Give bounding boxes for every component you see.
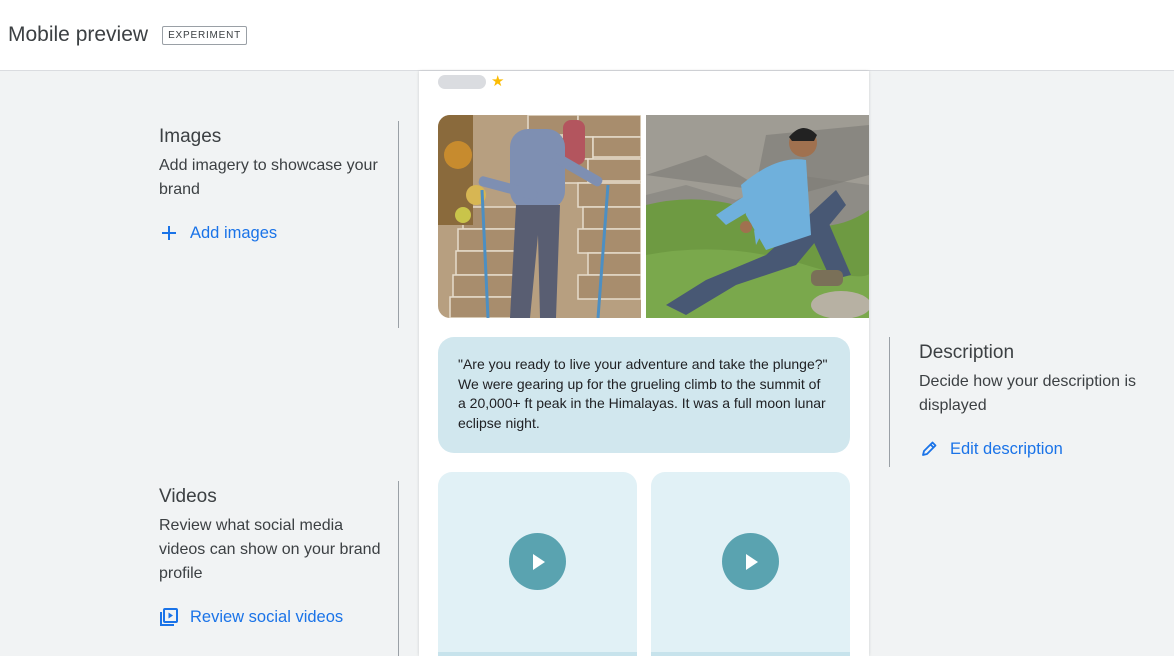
play-button[interactable] [722,533,779,590]
images-section-subtitle: Add imagery to showcase your brand [159,157,378,198]
page-title: Mobile preview [8,23,149,46]
images-section: Images Add imagery to showcase your bran… [159,126,389,243]
rating-row: ★ [438,73,505,90]
review-social-videos-button[interactable]: Review social videos [159,607,389,627]
review-social-videos-label: Review social videos [190,607,344,626]
play-button[interactable] [509,533,566,590]
videos-section-title: Videos [159,486,217,507]
edit-description-button[interactable]: Edit description [919,439,1149,459]
brand-image-hiker-stretching[interactable] [646,115,869,318]
top-bar: Mobile preview EXPERIMENT [0,0,1174,71]
video-card-strip [438,652,637,656]
add-images-label: Add images [190,223,278,242]
description-section-divider [889,337,890,467]
images-section-divider [398,121,399,328]
brand-image-hiker-poles[interactable] [438,115,641,318]
video-card-strip [651,652,850,656]
videos-section-divider [398,481,399,656]
images-section-title: Images [159,126,222,147]
rating-placeholder [438,75,486,89]
description-card: "Are you ready to live your adventure an… [438,337,850,453]
video-card[interactable] [438,472,637,656]
play-icon [532,553,545,570]
pencil-icon [919,439,939,459]
description-section-subtitle: Decide how your description is displayed [919,373,1136,414]
add-images-button[interactable]: Add images [159,223,389,243]
video-library-icon [159,607,179,627]
mobile-preview-panel: ★ "Are you ready to live your adventure … [419,71,869,656]
star-icon: ★ [491,73,505,90]
description-section: Description Decide how your description … [919,342,1149,459]
video-card[interactable] [651,472,850,656]
plus-icon [159,223,179,243]
play-icon [745,553,758,570]
experiment-badge: EXPERIMENT [162,25,248,45]
edit-description-label: Edit description [950,439,1063,458]
videos-section: Videos Review what social media videos c… [159,486,389,627]
videos-section-subtitle: Review what social media videos can show… [159,517,381,582]
description-section-title: Description [919,342,1015,363]
